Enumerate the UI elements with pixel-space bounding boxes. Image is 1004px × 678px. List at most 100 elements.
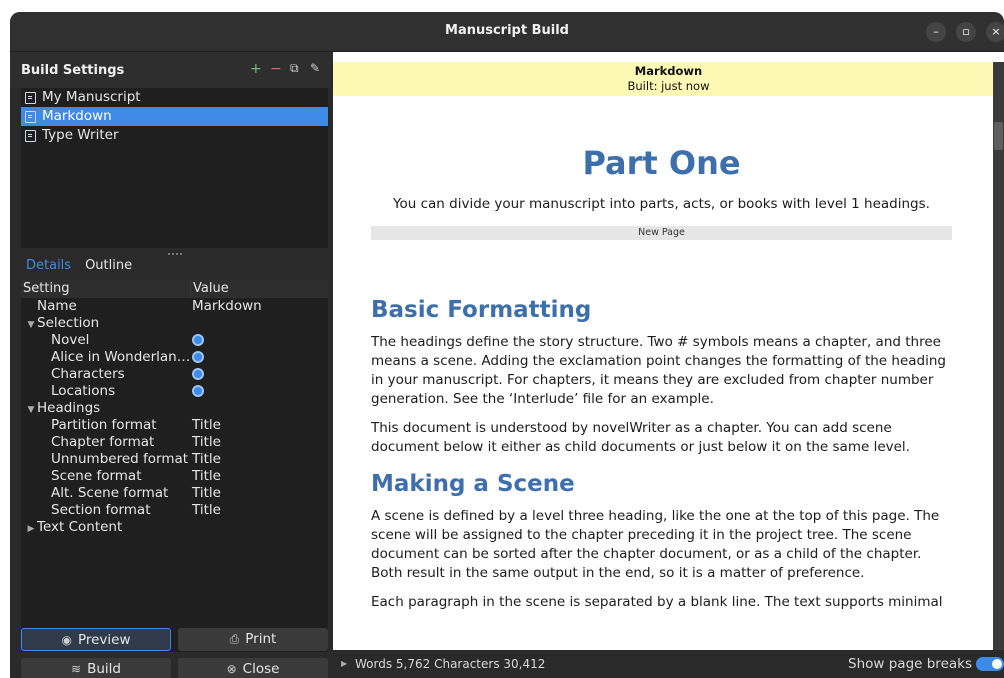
page-breaks-label: Show page breaks [848,656,972,672]
row-value: Title [192,468,221,484]
row-key: Locations [51,383,116,399]
chapter-heading: Basic Formatting [371,297,592,323]
preview-scrollbar[interactable] [993,62,1004,652]
row-value: Title [192,434,221,450]
paragraph: Each paragraph in the scene is separated… [371,594,943,610]
build-item-label: Type Writer [42,127,119,143]
document-preview: Part One You can divide your manuscript … [371,96,952,612]
radio-button[interactable] [192,385,204,397]
splitter-handle[interactable] [168,253,182,256]
minimize-icon[interactable]: – [926,22,946,42]
row-key: Scene format [51,468,142,484]
tree-row[interactable]: Locations [21,383,328,400]
row-key: Text Content [37,519,123,535]
close-button[interactable]: ⊗ Close [178,658,328,678]
tab-details[interactable]: Details [26,258,71,280]
tree-header: Setting Value [21,280,328,298]
row-key: Novel [51,332,90,348]
tree-row[interactable]: Unnumbered format Title [21,451,328,468]
row-value: Title [192,502,221,518]
row-key: Unnumbered format [51,451,189,467]
row-value: Title [192,485,221,501]
close-circle-icon: ⊗ [226,662,237,676]
edit-icon[interactable]: ✎ [310,61,320,75]
collapse-arrow-icon[interactable]: ▶ [25,521,37,536]
build-list: My Manuscript Markdown Type Writer [21,88,328,248]
tree-row[interactable]: Partition format Title [21,417,328,434]
build-settings-header: Build Settings + − ⧉ ✎ [10,52,331,88]
build-item-label: My Manuscript [42,89,141,105]
part-text: You can divide your manuscript into part… [393,196,930,212]
print-button[interactable]: ⎙ Print [178,628,328,651]
row-key: Chapter format [51,434,155,450]
chapter-heading: Making a Scene [371,471,575,497]
add-icon[interactable]: + [250,61,262,77]
build-button[interactable]: ≋ Build [21,658,171,678]
tree-row[interactable]: Scene format Title [21,468,328,485]
build-label: Build [87,661,121,677]
preview-button[interactable]: ◉ Preview [21,628,171,651]
page-breaks-toggle[interactable] [976,657,1004,671]
document-icon [25,129,36,142]
settings-tree: Setting Value Name Markdown ▼ Selection N… [21,280,328,652]
close-icon[interactable]: × [986,22,1004,42]
build-item-my-manuscript[interactable]: My Manuscript [21,88,328,107]
tree-row[interactable]: Chapter format Title [21,434,328,451]
toggle-knob [992,659,1002,669]
radio-button[interactable] [192,368,204,380]
close-label: Close [242,661,280,677]
paragraph: This document is understood by novelWrit… [371,420,910,455]
new-page-marker: New Page [371,226,952,240]
preview-label: Preview [77,632,131,648]
paragraph: The headings define the story structure.… [371,334,946,407]
expand-arrow-icon[interactable]: ▼ [25,317,37,332]
build-item-type-writer[interactable]: Type Writer [21,126,328,145]
row-key: Partition format [51,417,157,433]
row-key: Selection [37,315,100,331]
expand-arrow-icon[interactable]: ▼ [25,402,37,417]
radio-button[interactable] [192,334,204,346]
tree-row[interactable]: Section format Title [21,502,328,519]
document-icon [25,91,36,104]
word-count: Words 5,762 Characters 30,412 [355,657,546,671]
tree-row[interactable]: ▶ Text Content [21,519,328,536]
row-value: Title [192,451,221,467]
paragraph: A scene is defined by a level three head… [371,508,940,581]
build-item-markdown[interactable]: Markdown [21,107,328,126]
row-key: Name [37,298,77,314]
row-key: Alice in Wonderlan… [51,349,191,365]
column-value[interactable]: Value [191,280,229,298]
layers-icon: ≋ [71,662,82,676]
tree-row[interactable]: Alt. Scene format Title [21,485,328,502]
row-key: Section format [51,502,151,518]
tree-row[interactable]: Characters [21,366,328,383]
remove-icon[interactable]: − [270,61,282,77]
tree-row[interactable]: Alice in Wonderlan… [21,349,328,366]
tree-row[interactable]: ▼ Headings [21,400,328,417]
scrollbar-thumb[interactable] [994,122,1003,150]
tab-outline[interactable]: Outline [85,258,132,280]
action-buttons: ◉ Preview ⎙ Print ≋ Build ⊗ Close [21,628,328,678]
banner-subtitle: Built: just now [627,79,710,93]
duplicate-icon[interactable]: ⧉ [290,61,299,76]
eye-icon: ◉ [61,633,72,647]
expand-arrow-icon[interactable]: ▶ [341,650,347,678]
column-setting[interactable]: Setting [21,280,191,298]
build-window: Manuscript Build – ▫ × Build Settings + … [10,12,1004,678]
row-value: Markdown [192,298,262,314]
part-heading: Part One [582,144,741,182]
radio-button[interactable] [192,351,204,363]
row-value: Title [192,417,221,433]
preview-pane: Markdown Built: just now Part One You ca… [333,52,1004,678]
detail-tabs: Details Outline [26,258,132,280]
document-icon [25,110,36,123]
tree-row[interactable]: ▼ Selection [21,315,328,332]
print-label: Print [245,631,277,647]
tree-row[interactable]: Name Markdown [21,298,328,315]
row-key: Characters [51,366,125,382]
build-item-label: Markdown [42,108,112,124]
build-banner: Markdown Built: just now [333,62,1004,96]
maximize-icon[interactable]: ▫ [956,22,976,42]
banner-title: Markdown [634,64,703,78]
tree-row[interactable]: Novel [21,332,328,349]
